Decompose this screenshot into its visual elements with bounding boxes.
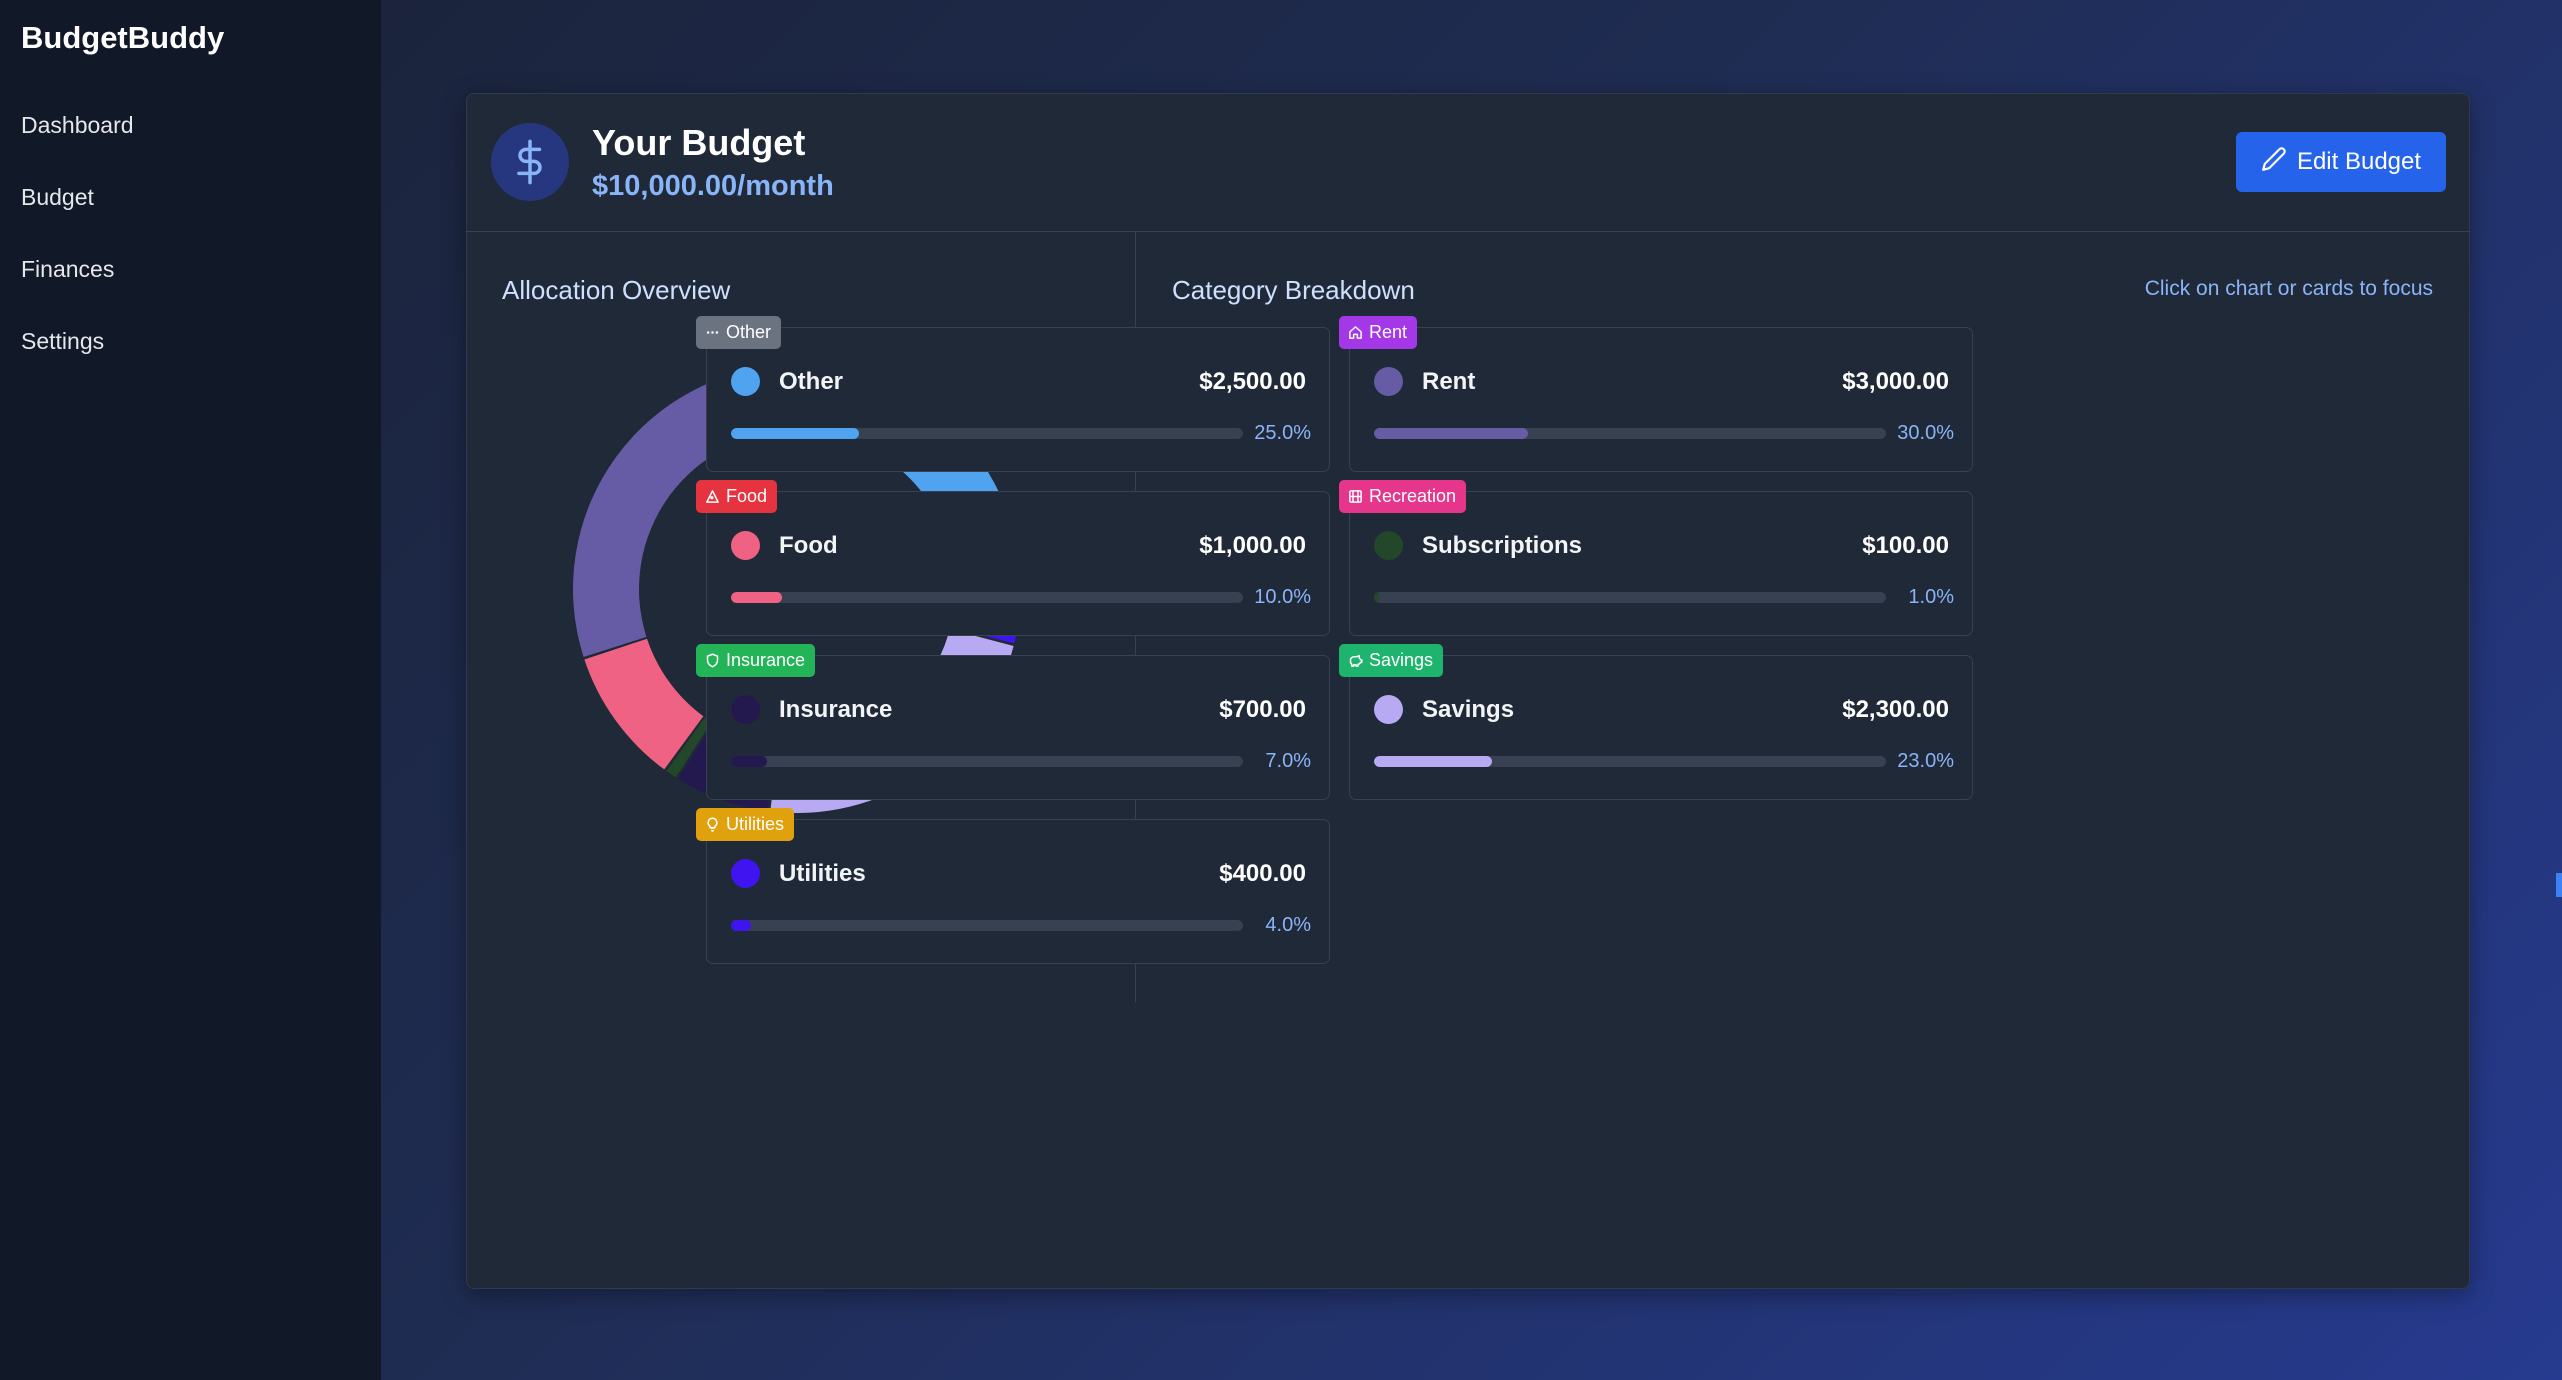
category-progress-bar bbox=[731, 920, 1243, 931]
category-breakdown-title: Category Breakdown bbox=[1172, 275, 1415, 305]
category-tag-label: Other bbox=[726, 322, 772, 342]
category-name: Savings bbox=[1422, 696, 1515, 723]
category-tag-label: Savings bbox=[1369, 650, 1434, 670]
brand-logo[interactable]: BudgetBuddy bbox=[21, 20, 224, 56]
category-tag-label: Food bbox=[726, 486, 768, 506]
category-tag: Rent bbox=[1339, 316, 1418, 349]
category-percent: 1.0% bbox=[1908, 586, 1954, 608]
category-color-dot bbox=[731, 367, 760, 396]
dots-icon bbox=[705, 325, 720, 340]
sidebar: BudgetBuddy Dashboard Budget Finances Se… bbox=[0, 0, 381, 1380]
category-color-dot bbox=[1374, 695, 1403, 724]
category-color-dot bbox=[731, 695, 760, 724]
category-amount: $700.00 bbox=[1219, 696, 1306, 723]
budget-panel: Your Budget $10,000.00/month Edit Budget… bbox=[466, 93, 2470, 1289]
category-progress-bar bbox=[1374, 756, 1886, 767]
sidebar-item-finances[interactable]: Finances bbox=[21, 256, 114, 283]
pencil-icon bbox=[2261, 146, 2287, 179]
film-icon bbox=[1348, 489, 1363, 504]
allocation-overview-title: Allocation Overview bbox=[502, 275, 731, 305]
lightbulb-icon bbox=[705, 817, 720, 832]
category-color-dot bbox=[731, 531, 760, 560]
category-card-subscriptions[interactable]: Recreation Subscriptions $100.00 1.0% bbox=[1339, 480, 1973, 636]
sidebar-item-settings[interactable]: Settings bbox=[21, 328, 104, 355]
category-progress-fill bbox=[1374, 592, 1380, 603]
category-name: Food bbox=[779, 532, 838, 559]
category-name: Rent bbox=[1422, 368, 1476, 395]
edit-budget-button[interactable]: Edit Budget bbox=[2236, 132, 2446, 192]
category-percent: 4.0% bbox=[1265, 914, 1311, 936]
category-card-insurance[interactable]: Insurance Insurance $700.00 7.0% bbox=[696, 644, 1330, 800]
category-progress-fill bbox=[731, 920, 752, 931]
category-percent: 10.0% bbox=[1254, 586, 1311, 608]
category-name: Insurance bbox=[779, 696, 893, 723]
category-name: Other bbox=[779, 368, 844, 395]
dollar-icon bbox=[491, 123, 569, 201]
category-progress-fill bbox=[731, 592, 783, 603]
category-percent: 30.0% bbox=[1897, 422, 1954, 444]
category-tag-label: Rent bbox=[1369, 322, 1408, 342]
home-icon bbox=[1348, 325, 1363, 340]
category-amount: $2,500.00 bbox=[1199, 368, 1306, 395]
category-tag: Recreation bbox=[1339, 480, 1467, 513]
category-card-rent[interactable]: Rent Rent $3,000.00 30.0% bbox=[1339, 316, 1973, 472]
category-amount: $2,300.00 bbox=[1842, 696, 1949, 723]
category-percent: 7.0% bbox=[1265, 750, 1311, 772]
budget-header: Your Budget $10,000.00/month Edit Budget bbox=[467, 94, 2469, 232]
category-amount: $400.00 bbox=[1219, 860, 1306, 887]
budget-amount: $10,000.00/month bbox=[592, 170, 834, 202]
category-card-savings[interactable]: Savings Savings $2,300.00 23.0% bbox=[1339, 644, 1973, 800]
category-progress-bar bbox=[731, 592, 1243, 603]
shield-icon bbox=[705, 653, 720, 668]
edit-budget-label: Edit Budget bbox=[2296, 148, 2422, 175]
category-progress-fill bbox=[1374, 428, 1528, 439]
category-percent: 25.0% bbox=[1254, 422, 1311, 444]
category-progress-bar bbox=[1374, 592, 1886, 603]
category-tag: Food bbox=[696, 480, 778, 513]
category-progress-fill bbox=[731, 756, 767, 767]
focus-hint: Click on chart or cards to focus bbox=[2144, 277, 2433, 300]
category-progress-fill bbox=[1374, 756, 1492, 767]
category-tag: Savings bbox=[1339, 644, 1444, 677]
scrollbar-indicator[interactable] bbox=[2556, 873, 2562, 897]
category-progress-bar bbox=[731, 756, 1243, 767]
category-card-food[interactable]: Food Food $1,000.00 10.0% bbox=[696, 480, 1330, 636]
category-tag-label: Utilities bbox=[726, 814, 785, 834]
category-amount: $1,000.00 bbox=[1199, 532, 1306, 559]
page-title: Your Budget bbox=[592, 122, 806, 163]
category-card-other[interactable]: Other Other $2,500.00 25.0% bbox=[696, 316, 1330, 472]
category-tag-label: Recreation bbox=[1369, 486, 1457, 506]
category-card-utilities[interactable]: Utilities Utilities $400.00 4.0% bbox=[696, 808, 1330, 964]
category-progress-bar bbox=[731, 428, 1243, 439]
category-color-dot bbox=[1374, 531, 1403, 560]
category-progress-bar bbox=[1374, 428, 1886, 439]
category-tag: Other bbox=[696, 316, 782, 349]
category-progress-fill bbox=[731, 428, 859, 439]
category-tag: Utilities bbox=[696, 808, 795, 841]
category-percent: 23.0% bbox=[1897, 750, 1954, 772]
category-name: Subscriptions bbox=[1422, 532, 1583, 559]
category-tag-label: Insurance bbox=[726, 650, 806, 670]
category-amount: $100.00 bbox=[1862, 532, 1949, 559]
sidebar-item-budget[interactable]: Budget bbox=[21, 184, 94, 211]
category-tag: Insurance bbox=[696, 644, 816, 677]
piggy-bank-icon bbox=[1348, 653, 1363, 668]
category-name: Utilities bbox=[779, 860, 866, 887]
category-color-dot bbox=[731, 859, 760, 888]
sidebar-item-dashboard[interactable]: Dashboard bbox=[21, 112, 134, 139]
category-amount: $3,000.00 bbox=[1842, 368, 1949, 395]
category-color-dot bbox=[1374, 367, 1403, 396]
pizza-icon bbox=[705, 489, 720, 504]
